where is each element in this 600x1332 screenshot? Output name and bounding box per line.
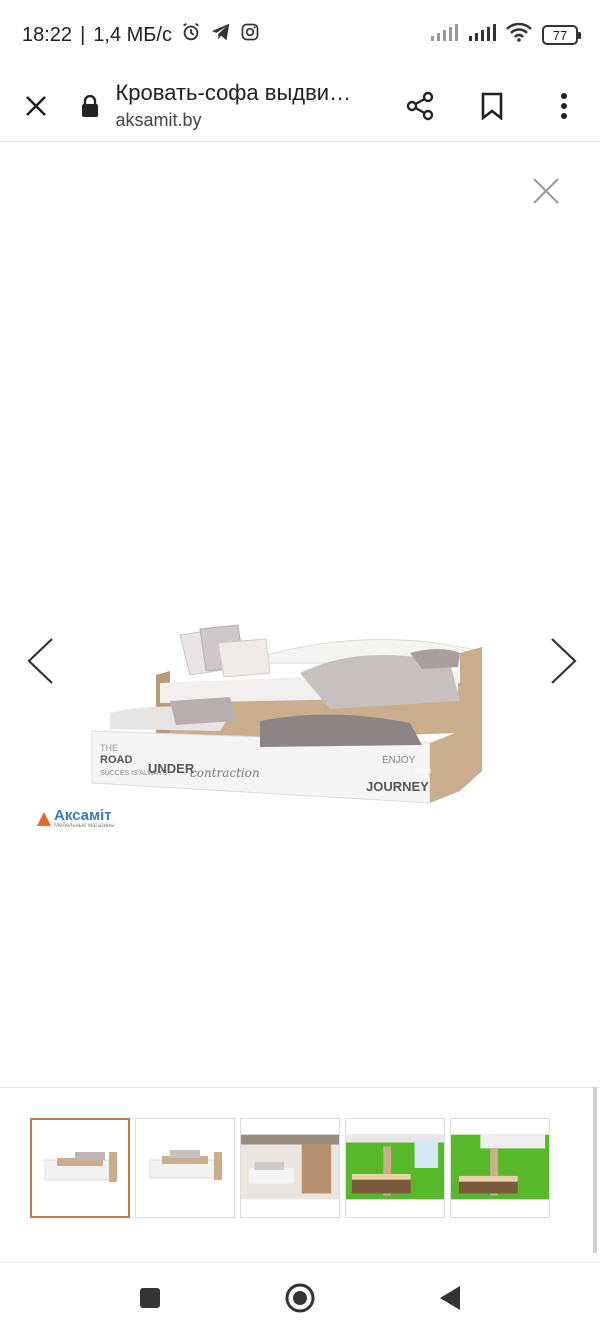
telegram-icon [210, 21, 232, 49]
brand-logo-subtext: Мебельные магазины [54, 823, 115, 829]
close-icon [25, 95, 46, 116]
svg-text:ENJOY: ENJOY [382, 755, 416, 766]
brand-logo-icon [37, 812, 51, 826]
product-image: THE ROAD SUCCES IS ALWAYS UNDER contract… [30, 623, 500, 833]
wifi-icon [506, 22, 532, 48]
svg-text:JOURNEY: JOURNEY [366, 779, 429, 794]
home-button[interactable] [280, 1278, 320, 1318]
thumbnail-5[interactable] [450, 1118, 550, 1218]
thumbnail-1[interactable] [30, 1118, 130, 1218]
battery-level: 77 [552, 27, 568, 43]
bookmark-icon [481, 92, 503, 120]
browser-toolbar: Кровать-софа выдви… aksamit.by [0, 70, 600, 142]
scrollbar[interactable] [593, 1087, 597, 1253]
svg-text:contraction: contraction [190, 766, 260, 780]
next-image-button[interactable] [544, 633, 584, 689]
brand-logo-text: Аксамiт [54, 807, 112, 824]
more-menu-button[interactable] [528, 70, 600, 142]
svg-text:ROAD: ROAD [100, 754, 132, 766]
more-vert-icon [561, 92, 568, 119]
lock-icon[interactable] [78, 94, 102, 117]
bookmark-button[interactable] [456, 70, 528, 142]
thumbnail-2[interactable] [135, 1118, 235, 1218]
status-time: 18:22 [22, 23, 73, 46]
instagram-icon [240, 22, 260, 48]
signal-icon-1 [430, 23, 458, 47]
image-viewer: THE ROAD SUCCES IS ALWAYS UNDER contract… [0, 143, 600, 1086]
signal-icon-2 [468, 23, 496, 47]
system-nav-bar [0, 1262, 600, 1332]
share-icon [406, 91, 434, 120]
close-icon [533, 178, 559, 204]
alarm-icon [180, 21, 202, 49]
svg-text:UNDER: UNDER [148, 761, 195, 776]
brand-logo: Аксамiт Мебельные магазины [36, 807, 115, 829]
svg-text:THE: THE [100, 743, 118, 753]
thumbnail-4[interactable] [345, 1118, 445, 1218]
page-title-block[interactable]: Кровать-софа выдви… aksamit.by [115, 80, 384, 131]
back-button[interactable] [430, 1278, 470, 1318]
close-tab-button[interactable] [0, 70, 72, 142]
thumbnail-3[interactable] [240, 1118, 340, 1218]
battery-icon: 77 [542, 25, 581, 45]
page-title: Кровать-софа выдви… [115, 80, 352, 105]
back-triangle-icon [440, 1285, 460, 1310]
thumbnail-strip [0, 1087, 600, 1257]
svg-text:YOUR: YOUR [414, 769, 432, 775]
status-speed: 1,4 МБ/с [93, 23, 172, 46]
page-url: aksamit.by [115, 110, 202, 130]
square-icon [140, 1287, 160, 1308]
share-button[interactable] [384, 70, 456, 142]
status-separator: | [80, 23, 86, 46]
circle-icon [285, 1283, 315, 1312]
viewer-close-button[interactable] [528, 173, 564, 209]
recents-button[interactable] [130, 1278, 170, 1318]
status-bar: 18:22 | 1,4 МБ/с 77 [0, 0, 600, 70]
chevron-right-icon [551, 638, 577, 684]
